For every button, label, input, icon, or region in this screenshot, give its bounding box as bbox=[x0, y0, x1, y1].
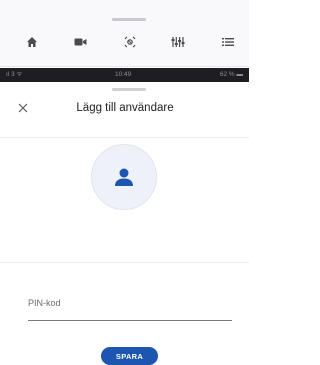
status-time: 10:49 bbox=[115, 71, 132, 78]
sensor-icon[interactable] bbox=[116, 30, 144, 54]
modal-title: Lägg till användare bbox=[76, 102, 174, 114]
home-icon[interactable] bbox=[18, 30, 46, 54]
sheet-drag-handle[interactable] bbox=[112, 18, 146, 21]
battery-indicator: 62 % ▬ bbox=[219, 71, 243, 78]
person-icon bbox=[115, 168, 133, 186]
modal-header: Lägg till användare bbox=[0, 98, 249, 118]
equalizer-icon[interactable] bbox=[164, 30, 192, 54]
modal-drag-handle[interactable] bbox=[112, 88, 146, 91]
save-button[interactable]: SPARA bbox=[101, 347, 158, 365]
close-button[interactable] bbox=[14, 99, 32, 117]
list-icon[interactable] bbox=[214, 30, 242, 54]
camera-icon[interactable] bbox=[66, 30, 94, 54]
avatar-button[interactable] bbox=[91, 144, 157, 210]
header-divider bbox=[0, 137, 249, 138]
pin-label: PIN-kod bbox=[28, 298, 61, 308]
section-divider bbox=[0, 262, 249, 263]
pin-input[interactable] bbox=[28, 314, 232, 321]
add-user-modal: Lägg till användare bbox=[0, 82, 249, 365]
signal-indicator: ıl 3 ᯤ bbox=[6, 71, 23, 78]
top-navigation-sheet bbox=[0, 0, 249, 67]
top-nav-bar bbox=[0, 30, 249, 54]
close-icon bbox=[18, 103, 28, 113]
status-bar: ıl 3 ᯤ 10:49 62 % ▬ bbox=[0, 68, 249, 82]
